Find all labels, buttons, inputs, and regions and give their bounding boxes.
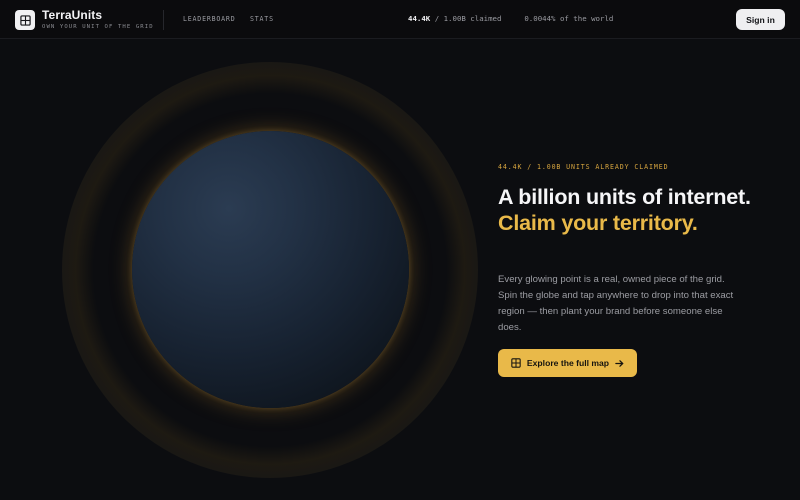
arrow-right-icon <box>615 359 624 368</box>
headline-plain: A billion units of internet. <box>498 185 751 209</box>
brand-tagline: OWN YOUR UNIT OF THE GRID <box>42 24 154 30</box>
nav-leaderboard[interactable]: LEADERBOARD <box>183 15 235 23</box>
headline-accent: Claim your territory. <box>498 211 698 235</box>
brand: TerraUnits OWN YOUR UNIT OF THE GRID <box>42 9 154 31</box>
hero-description: Every glowing point is a real, owned pie… <box>498 274 734 333</box>
explore-map-label: Explore the full map <box>526 358 610 368</box>
nav-stats[interactable]: STATS <box>250 15 274 23</box>
hero-eyebrow: 44.4K / 1.00B UNITS ALREADY CLAIMED <box>498 163 669 171</box>
explore-map-button[interactable]: Explore the full map <box>498 349 637 377</box>
brand-logo-link[interactable]: TerraUnits OWN YOUR UNIT OF THE GRID <box>15 9 154 31</box>
top-navigation-bar: TerraUnits OWN YOUR UNIT OF THE GRID LEA… <box>0 0 800 39</box>
hero-headline: A billion units of internet. Claim your … <box>498 184 788 236</box>
globe[interactable] <box>132 131 409 408</box>
brand-name: TerraUnits <box>42 8 103 22</box>
grid-icon <box>15 10 35 30</box>
claim-stats: 44.4K / 1.00B claimed 0.0044% of the wor… <box>408 14 613 23</box>
claimed-count: 44.4K <box>408 14 431 23</box>
sign-in-button[interactable]: Sign in <box>736 9 785 30</box>
grid-icon <box>511 358 521 368</box>
world-share: 0.0044% of the world <box>524 14 614 23</box>
claimed-total: / 1.00B claimed <box>434 14 502 23</box>
header-divider <box>163 10 164 30</box>
